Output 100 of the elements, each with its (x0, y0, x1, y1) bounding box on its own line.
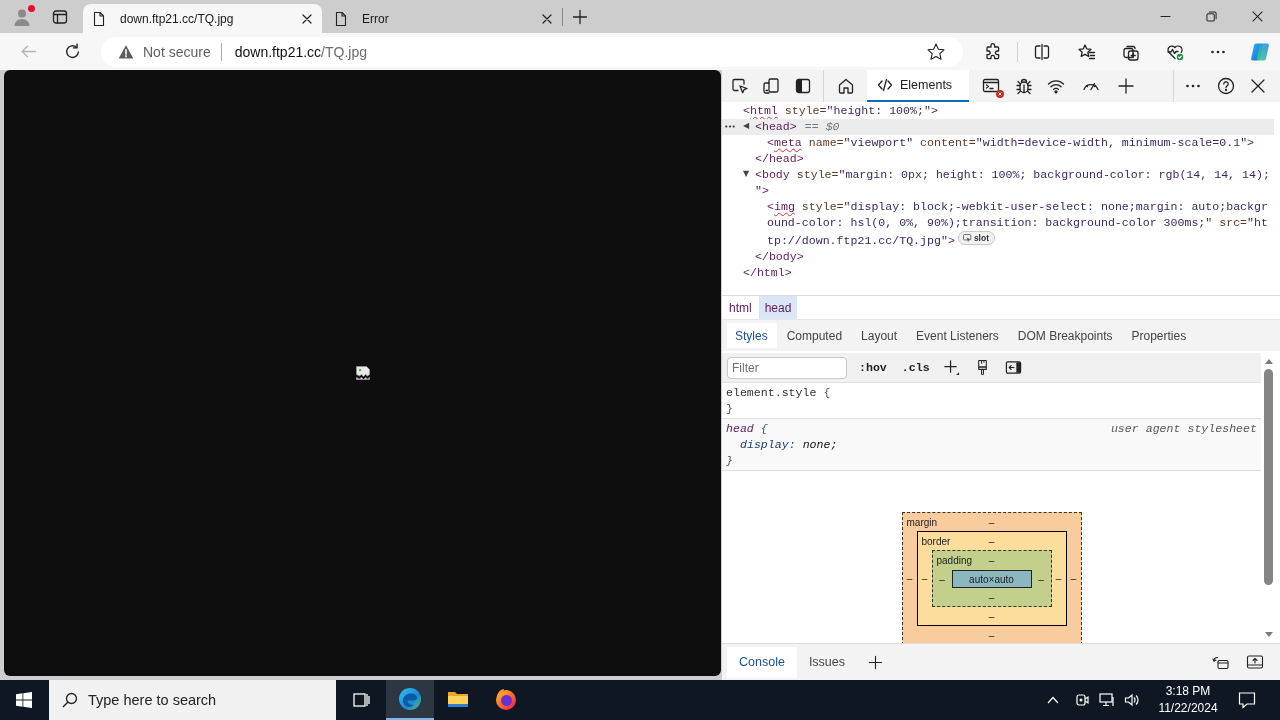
filter-field[interactable]: Filter (727, 356, 847, 379)
taskbar-button[interactable] (386, 680, 434, 720)
edge-icon (398, 687, 422, 711)
network-icon[interactable] (1099, 692, 1115, 708)
breadcrumb[interactable]: head (758, 296, 798, 319)
element-markup: <img style="display: block;-webkit-user-select: none;margin: auto;backgr (767, 200, 1268, 213)
sidebar-toggle-icon[interactable] (1004, 359, 1022, 376)
url-text[interactable]: down.ftp21.cc/TQ.jpg (234, 43, 367, 60)
panel-tab[interactable]: DOM Breakpoints (1009, 323, 1122, 348)
closing-tag: </html> (743, 264, 792, 281)
restore-icon[interactable] (1205, 11, 1217, 22)
rule-selector[interactable]: head { (726, 421, 768, 437)
drawer-tab[interactable]: Console (727, 646, 797, 678)
closing-tag: </head> (755, 151, 804, 167)
elements-tab[interactable]: Elements (867, 70, 969, 102)
wifi-icon[interactable] (1047, 77, 1065, 95)
browser-tab[interactable]: down.ftp21.cc/TQ.jpg (83, 4, 322, 33)
dom-tree-row[interactable]: <img style="display: block;-webkit-user-select: none;margin: auto;backgr ound-color: hsl(0, 0%, 90%);transition: background-color 300ms;" src="ht tp://down.ftp21.cc/TQ.jpg"> slot (722, 199, 1274, 249)
device-icon[interactable] (762, 77, 780, 95)
box-model-value: – (988, 555, 995, 566)
box-model-value: – (921, 573, 928, 584)
heart-pulse-icon[interactable] (1166, 42, 1184, 61)
split-screen-icon[interactable] (1033, 42, 1051, 61)
dom-tree-row[interactable]: <meta name="viewport" content="width=device-width, minimum-scale=0.1"> (722, 135, 1274, 151)
volume-icon[interactable] (1124, 692, 1140, 708)
help-icon[interactable] (1217, 77, 1235, 95)
meeting-icon[interactable] (1074, 692, 1090, 708)
box-model-value: – (1070, 573, 1077, 584)
rule-selector[interactable]: element.style { (726, 385, 831, 401)
panel-tab[interactable]: Layout (853, 323, 907, 348)
panel-tab[interactable]: Computed (778, 323, 852, 348)
close-icon[interactable] (541, 12, 553, 25)
dom-tree-row[interactable]: ◀ <head> == $0 (722, 119, 1274, 135)
box-model-value: – (988, 629, 995, 641)
close-icon[interactable] (1251, 11, 1263, 22)
notification-icon[interactable] (1238, 691, 1256, 709)
clock-date[interactable]: 11/22/2024 (1158, 700, 1218, 717)
browser-tab[interactable]: Error (323, 4, 562, 33)
expand-toggle[interactable]: ▼ (743, 167, 750, 181)
scroll-down-icon[interactable] (1264, 632, 1273, 637)
box-model-value: – (988, 591, 995, 603)
style-toggle[interactable]: :hov (856, 361, 890, 374)
chevron-up-icon[interactable] (1047, 696, 1059, 704)
dom-tree-row[interactable]: <html style="height: 100%;"> (722, 103, 1274, 119)
box-model-value: – (988, 516, 995, 528)
new-rule-icon[interactable] (942, 359, 960, 376)
firefox-icon (494, 687, 518, 711)
search-input[interactable]: Type here to search (88, 692, 336, 708)
expand-toggle[interactable]: ◀ (743, 119, 750, 133)
box-model-label: padding (935, 555, 973, 566)
reveal-icon (962, 233, 972, 243)
rule-origin[interactable]: user agent stylesheet (1110, 421, 1257, 437)
element-markup: <head> (755, 120, 797, 133)
tab-list-icon[interactable] (52, 8, 68, 25)
refresh-icon[interactable] (64, 43, 81, 60)
address-bar[interactable]: Not secure down.ftp21.cc/TQ.jpg (101, 36, 963, 67)
broken-image-icon (354, 365, 371, 381)
box-model-value: – (1038, 573, 1044, 585)
box-model-label: border (920, 535, 951, 547)
bug-icon[interactable] (1015, 77, 1033, 95)
panel-tab[interactable]: Properties (1123, 323, 1196, 348)
dock-bottom-icon[interactable] (1246, 653, 1264, 671)
close-icon[interactable] (1249, 77, 1267, 95)
copilot-icon[interactable] (1250, 41, 1270, 62)
windows-logo-icon (16, 692, 32, 708)
style-declaration[interactable]: display: none; (740, 438, 838, 451)
console-icon[interactable] (982, 77, 1000, 95)
element-markup: ound-color: hsl(0, 0%, 90%);transition: background-color 300ms;" src="ht (767, 216, 1268, 229)
box-model-value: – (1055, 573, 1062, 584)
star-icon[interactable] (926, 41, 946, 62)
puzzle-icon[interactable] (984, 42, 1002, 61)
panel-tab[interactable]: Event Listeners (908, 323, 1008, 348)
panel-tab[interactable]: Styles (727, 323, 777, 348)
style-toggle[interactable]: .cls (898, 361, 933, 374)
page-icon (91, 10, 107, 27)
inspect-icon[interactable] (731, 77, 749, 95)
element-markup: tp://down.ftp21.cc/TQ.jpg"> (767, 233, 955, 247)
content-box: auto×auto (951, 570, 1032, 588)
dock-side-icon[interactable] (794, 77, 812, 95)
close-icon[interactable] (301, 12, 313, 25)
clock-time[interactable]: 3:18 PM (1165, 683, 1211, 700)
new-tab-icon[interactable] (572, 8, 588, 25)
more-icon[interactable] (725, 125, 735, 128)
drawer-tab[interactable]: Issues (796, 646, 857, 678)
box-model-value: – (988, 610, 995, 622)
slot-badge[interactable]: slot (957, 231, 995, 245)
task-view-icon[interactable] (352, 691, 370, 709)
warning-icon[interactable] (118, 43, 134, 60)
closing-tag: </body> (755, 248, 804, 265)
scroll-up-icon[interactable] (1264, 359, 1273, 364)
plus-icon[interactable] (868, 654, 883, 670)
selected-node-marker: == $0 (804, 120, 840, 133)
breadcrumb[interactable]: html (723, 296, 758, 319)
plus-icon[interactable] (1117, 77, 1135, 95)
search-box[interactable]: Type here to search (49, 680, 336, 720)
home-icon[interactable] (837, 77, 855, 95)
scrollbar-thumb[interactable] (1264, 369, 1273, 585)
favorites-icon[interactable] (1078, 42, 1096, 61)
box-model-label: margin (905, 516, 938, 528)
security-label[interactable]: Not secure (143, 43, 211, 60)
